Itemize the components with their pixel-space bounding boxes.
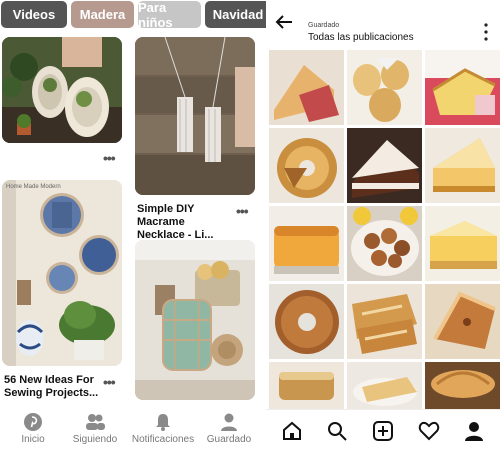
home-icon[interactable] [281, 420, 303, 442]
saved-post-sliced-bread[interactable] [425, 50, 500, 125]
saved-post-chocolate-cake[interactable] [347, 128, 422, 203]
instagram-panel: Guardado Todas las publicaciones [266, 0, 500, 449]
chip-para-ninos[interactable]: Para niños [138, 0, 201, 30]
pin-image-rope-jars[interactable] [135, 240, 255, 400]
chip-videos[interactable]: Videos [1, 1, 67, 28]
pin-more-button-2[interactable]: ••• [236, 203, 249, 219]
saved-post-cake-slices[interactable] [269, 50, 344, 125]
saved-post-bundt-cake[interactable] [269, 128, 344, 203]
saved-post-cookies-plate[interactable] [347, 206, 422, 281]
nav-label-inicio: Inicio [21, 434, 45, 445]
more-vertical-icon[interactable] [483, 22, 489, 42]
pin-image-sewing-projects[interactable]: Home Made Modern [2, 180, 122, 366]
saved-post-pie-slice[interactable] [425, 284, 500, 359]
saved-post-cream-puffs[interactable] [347, 50, 422, 125]
saved-posts-grid [269, 50, 500, 437]
bell-icon [156, 414, 170, 431]
nav-siguiendo[interactable]: Siguiendo [62, 412, 128, 449]
nav-label-notificaciones: Notificaciones [131, 434, 195, 445]
category-chips: Videos Madera Para niños Navidad [0, 0, 266, 30]
bottom-nav: Inicio Siguiendo Notificaciones Guardado [0, 412, 266, 449]
header-subtitle: Guardado [308, 22, 340, 29]
pin-image-hanging-planters[interactable] [2, 37, 122, 143]
profile-icon [221, 413, 237, 431]
saved-post-ring-cake[interactable] [269, 284, 344, 359]
nav-label-guardado: Guardado [206, 434, 252, 445]
pin-watermark: Home Made Modern [6, 184, 61, 190]
search-icon[interactable] [326, 420, 348, 442]
nav-inicio[interactable]: Inicio [0, 412, 66, 449]
saved-post-lemon-bars[interactable] [425, 206, 500, 281]
pin-title-macrame[interactable]: Simple DIY Macrame Necklace - Li... [137, 203, 233, 242]
pin-more-button-1[interactable]: ••• [103, 150, 116, 166]
nav-notificaciones[interactable]: Notificaciones [130, 412, 196, 449]
arrow-left-icon[interactable] [275, 14, 293, 30]
add-post-icon[interactable] [372, 420, 394, 442]
saved-header: Guardado Todas las publicaciones [266, 0, 500, 48]
chip-madera[interactable]: Madera [71, 1, 134, 28]
pinterest-panel: Videos Madera Para niños Navidad ••• Sim… [0, 0, 266, 449]
nav-guardado[interactable]: Guardado [196, 412, 262, 449]
pin-more-button-3[interactable]: ••• [103, 374, 116, 390]
instagram-bottom-nav [266, 409, 500, 449]
people-icon [86, 414, 105, 430]
heart-icon[interactable] [418, 420, 440, 442]
saved-post-orange-sponge-cake[interactable] [269, 206, 344, 281]
nav-label-siguiendo: Siguiendo [72, 434, 118, 445]
pin-title-sewing[interactable]: 56 New Ideas For Sewing Projects... [4, 374, 100, 400]
header-title: Todas las publicaciones [308, 32, 414, 43]
pin-image-macrame-necklace[interactable] [135, 37, 255, 195]
saved-post-cheesecake-slice[interactable] [425, 128, 500, 203]
profile-icon[interactable] [463, 420, 485, 442]
saved-post-apple-pastry[interactable] [347, 284, 422, 359]
chip-navidad[interactable]: Navidad [205, 1, 266, 28]
pinterest-logo-icon [24, 413, 42, 431]
